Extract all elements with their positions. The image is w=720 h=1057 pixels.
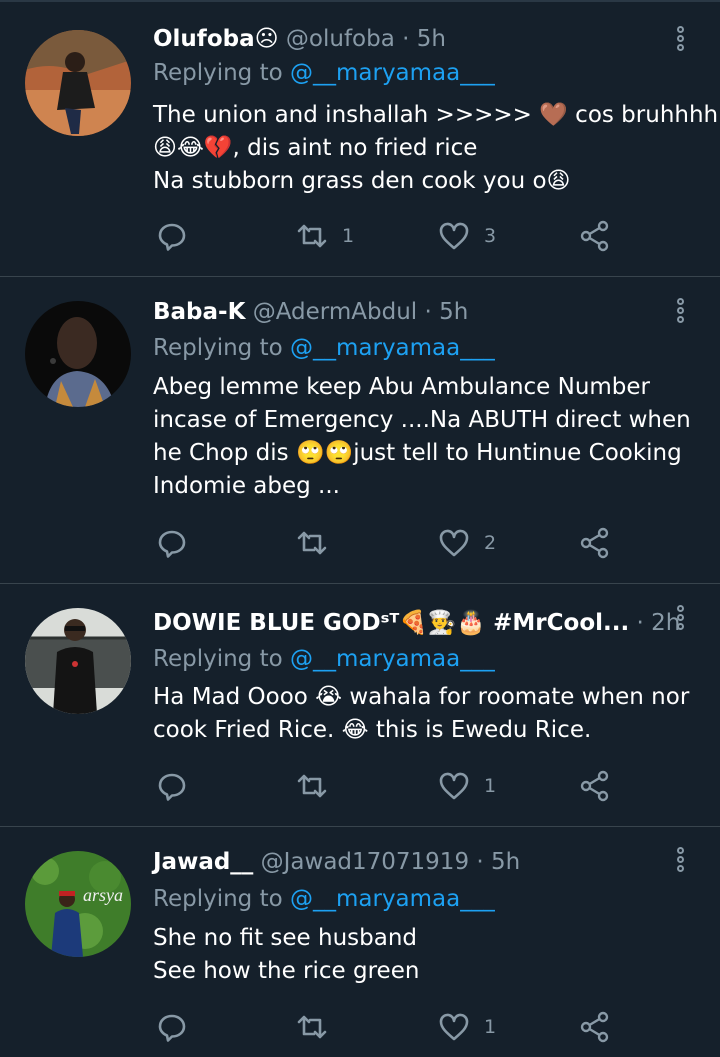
mention-link[interactable]: @__maryamaa___ xyxy=(290,335,495,361)
avatar[interactable]: arsya xyxy=(25,851,131,957)
author-handle[interactable]: @AdermAbdul xyxy=(253,299,417,325)
tweet-reply[interactable]: arsya Jawad__ @Jawad17071919 · 5h Replyi… xyxy=(0,827,720,1057)
share-button[interactable] xyxy=(579,1007,611,1047)
replying-to: Replying to @__maryamaa___ xyxy=(153,884,495,914)
reply-button[interactable] xyxy=(156,523,188,563)
author-name[interactable]: Jawad__ xyxy=(153,849,253,875)
replying-to: Replying to @__maryamaa___ xyxy=(153,58,495,88)
author-name[interactable]: DOWIE BLUE GODˢᵀ🍕👨‍🍳🎂 #MrCool... xyxy=(153,610,629,636)
reply-button[interactable] xyxy=(156,766,188,806)
tweet-text: Ha Mad Oooo 😭 wahala for roomate when no… xyxy=(153,681,698,747)
avatar-image: arsya xyxy=(25,851,131,957)
avatar-image xyxy=(25,30,131,136)
tweet-header: Jawad__ @Jawad17071919 · 5h xyxy=(153,847,520,877)
tweet-line: 😩😂💔, dis aint no fried rice xyxy=(153,135,478,161)
tweet-header: Olufoba☹ @olufoba · 5h xyxy=(153,24,446,54)
tweet-line: cook Fried Rice. 😂 this is Ewedu Rice. xyxy=(153,717,592,743)
author-handle[interactable]: @Jawad17071919 xyxy=(261,849,469,875)
tweet-header: Baba-K @AdermAbdul · 5h xyxy=(153,297,468,327)
svg-text:arsya: arsya xyxy=(83,885,123,905)
retweet-icon xyxy=(297,224,327,248)
share-icon xyxy=(580,220,609,252)
mention-link[interactable]: @__maryamaa___ xyxy=(290,646,495,672)
like-button[interactable]: 2 xyxy=(438,523,496,563)
more-icon[interactable] xyxy=(673,26,687,56)
like-button[interactable]: 1 xyxy=(438,766,496,806)
share-icon xyxy=(580,770,609,802)
replying-label: Replying to xyxy=(153,886,283,912)
retweet-icon xyxy=(297,1015,327,1039)
tweet-line: incase of Emergency ....Na ABUTH direct … xyxy=(153,407,691,433)
tweet-actions: 1 3 xyxy=(0,216,720,256)
share-button[interactable] xyxy=(579,523,611,563)
replying-to: Replying to @__maryamaa___ xyxy=(153,333,495,363)
tweet-text: She no fit see husband See how the rice … xyxy=(153,922,698,988)
reply-icon xyxy=(158,773,186,801)
retweet-icon xyxy=(297,774,327,798)
tweet-line: he Chop dis 🙄🙄just tell to Huntinue Cook… xyxy=(153,440,682,466)
like-icon xyxy=(439,529,469,557)
more-icon[interactable] xyxy=(673,605,687,635)
replying-label: Replying to xyxy=(153,646,283,672)
author-handle[interactable]: @olufoba xyxy=(286,26,395,52)
reply-button[interactable] xyxy=(156,1007,188,1047)
replying-label: Replying to xyxy=(153,335,283,361)
avatar[interactable] xyxy=(25,608,131,714)
mention-link[interactable]: @__maryamaa___ xyxy=(290,60,495,86)
tweet-line: Abeg lemme keep Abu Ambulance Number xyxy=(153,374,651,400)
share-icon xyxy=(580,527,609,559)
author-name[interactable]: Olufoba☹ xyxy=(153,26,279,52)
tweet-line: Ha Mad Oooo 😭 wahala for roomate when no… xyxy=(153,684,690,710)
like-count: 1 xyxy=(484,775,497,797)
like-count: 2 xyxy=(484,532,497,554)
share-button[interactable] xyxy=(579,216,611,256)
reply-icon xyxy=(158,223,186,251)
avatar-image xyxy=(25,608,131,714)
avatar[interactable] xyxy=(25,30,131,136)
tweet-actions: 2 xyxy=(0,523,720,563)
tweet-actions: 1 xyxy=(0,766,720,806)
retweet-button[interactable] xyxy=(296,766,342,806)
tweet-time: · 5h xyxy=(402,26,446,52)
like-icon xyxy=(439,222,469,250)
tweet-reply[interactable]: Baba-K @AdermAbdul · 5h Replying to @__m… xyxy=(0,277,720,584)
tweet-actions: 1 xyxy=(0,1007,720,1047)
avatar[interactable] xyxy=(25,301,131,407)
share-button[interactable] xyxy=(579,766,611,806)
replying-label: Replying to xyxy=(153,60,283,86)
avatar-image xyxy=(25,301,131,407)
reply-button[interactable] xyxy=(156,216,188,256)
tweet-time: · 5h xyxy=(476,849,521,875)
share-icon xyxy=(580,1011,609,1043)
like-icon xyxy=(439,772,469,800)
tweet-line: See how the rice green xyxy=(153,958,420,984)
reply-icon xyxy=(158,1014,186,1042)
retweet-icon xyxy=(297,531,327,555)
tweet-reply[interactable]: DOWIE BLUE GODˢᵀ🍕👨‍🍳🎂 #MrCool... · 2h Re… xyxy=(0,584,720,827)
more-icon[interactable] xyxy=(673,847,687,877)
retweet-count: 1 xyxy=(342,225,355,247)
retweet-button[interactable]: 1 xyxy=(296,216,354,256)
tweet-line: Na stubborn grass den cook you o😩 xyxy=(153,168,571,194)
mention-link[interactable]: @__maryamaa___ xyxy=(290,886,495,912)
like-count: 3 xyxy=(484,225,497,247)
retweet-button[interactable] xyxy=(296,523,342,563)
like-count: 1 xyxy=(484,1016,497,1038)
like-button[interactable]: 3 xyxy=(438,216,496,256)
reply-icon xyxy=(158,530,186,558)
replying-to: Replying to @__maryamaa___ xyxy=(153,644,495,674)
tweet-line: Indomie abeg ... xyxy=(153,473,340,499)
tweet-line: She no fit see husband xyxy=(153,925,418,951)
tweet-header: DOWIE BLUE GODˢᵀ🍕👨‍🍳🎂 #MrCool... · 2h xyxy=(153,608,680,638)
like-button[interactable]: 1 xyxy=(438,1007,496,1047)
tweet-text: Abeg lemme keep Abu Ambulance Number inc… xyxy=(153,371,698,503)
tweet-time: · 5h xyxy=(424,299,469,325)
tweet-reply[interactable]: Olufoba☹ @olufoba · 5h Replying to @__ma… xyxy=(0,2,720,277)
tweet-line: The union and inshallah >>>>> 🤎 cos bruh… xyxy=(153,102,719,128)
like-icon xyxy=(439,1013,469,1041)
author-name[interactable]: Baba-K xyxy=(153,299,245,325)
retweet-button[interactable] xyxy=(296,1007,342,1047)
more-icon[interactable] xyxy=(673,298,687,328)
tweet-text: The union and inshallah >>>>> 🤎 cos bruh… xyxy=(153,99,719,198)
